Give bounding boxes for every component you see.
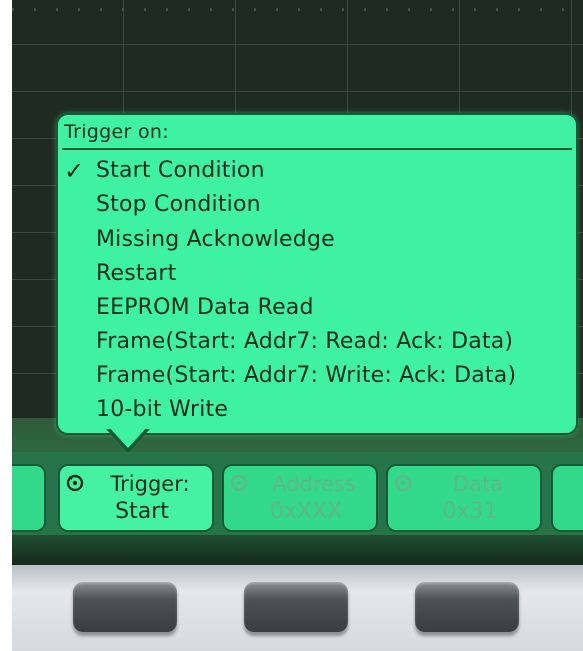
address-softkey-label: Address: [272, 472, 356, 496]
bezel-softkey-button-1[interactable]: [73, 582, 177, 632]
bezel-softkey-button-3[interactable]: [415, 582, 519, 632]
menu-divider: [62, 148, 572, 150]
softkey-left-partial[interactable]: [12, 464, 46, 532]
softkey-right-partial[interactable]: [551, 464, 583, 532]
menu-item-start-condition[interactable]: Start Condition: [96, 158, 265, 184]
menu-item-missing-acknowledge[interactable]: Missing Acknowledge: [96, 227, 335, 253]
trigger-on-menu: Trigger on: ✓ Start Condition Stop Condi…: [56, 113, 578, 435]
menu-item-restart[interactable]: Restart: [96, 261, 176, 287]
bezel-softkey-button-2[interactable]: [244, 582, 348, 632]
menu-item-10-bit-write[interactable]: 10-bit Write: [96, 397, 228, 423]
oscilloscope-photo: Trigger on: ✓ Start Condition Stop Condi…: [0, 0, 583, 651]
menu-item-frame-write[interactable]: Frame(Start: Addr7: Write: Ack: Data): [96, 363, 516, 389]
data-softkey-value: 0x31: [442, 499, 498, 524]
menu-item-eeprom-data-read[interactable]: EEPROM Data Read: [96, 295, 314, 321]
graticule-ticks: [12, 8, 583, 11]
menu-pointer-fill: [109, 427, 147, 448]
data-softkey-label: Data: [452, 472, 504, 496]
display-bottom-band: [12, 535, 583, 565]
trigger-softkey[interactable]: Trigger: Start: [58, 464, 214, 532]
data-softkey[interactable]: Data 0x31: [386, 464, 542, 532]
checkmark-icon: ✓: [64, 157, 85, 185]
trigger-softkey-value: Start: [115, 499, 169, 524]
trigger-softkey-label: Trigger:: [110, 472, 190, 496]
photo-margin: [0, 0, 12, 651]
menu-title: Trigger on:: [64, 121, 169, 143]
menu-item-frame-read[interactable]: Frame(Start: Addr7: Read: Ack: Data): [96, 329, 513, 355]
address-softkey-value: 0xXXX: [269, 499, 343, 524]
address-softkey[interactable]: Address 0xXXX: [222, 464, 378, 532]
menu-item-stop-condition[interactable]: Stop Condition: [96, 192, 261, 218]
